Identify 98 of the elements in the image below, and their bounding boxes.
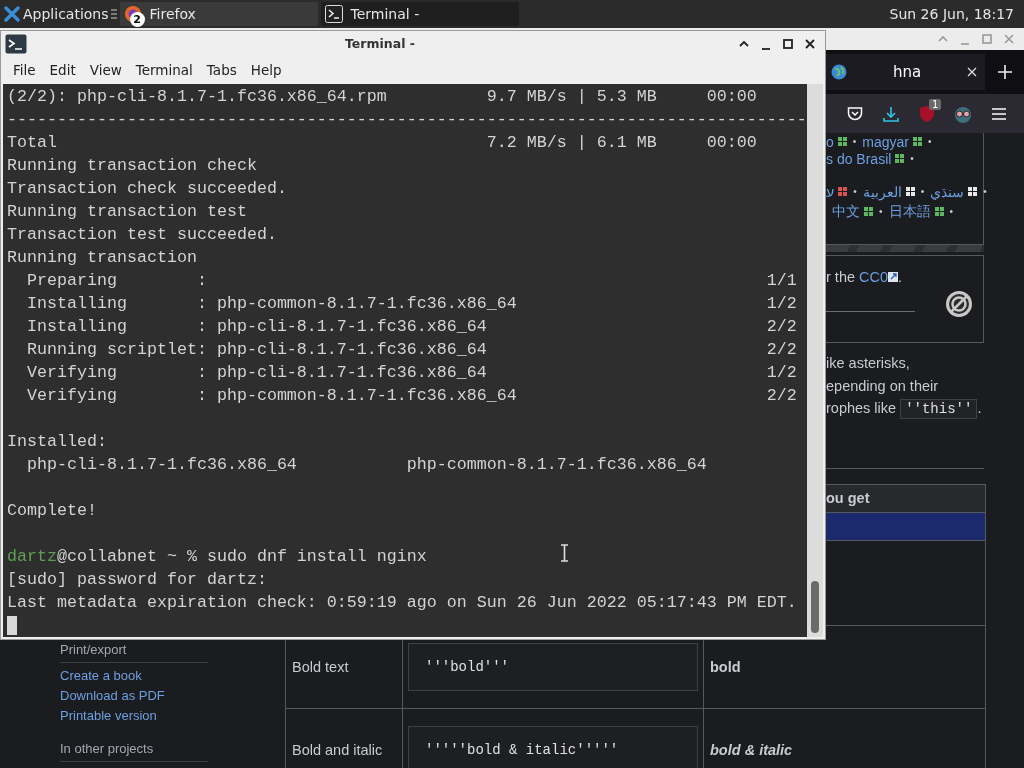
sidebar-link[interactable]: Download as PDF — [60, 685, 285, 706]
grid-icon — [837, 137, 847, 146]
terminal-line: Verifying : php-common-8.1.7-1.fc36.x86_64 2/2 — [26, 385, 797, 407]
text-cursor — [7, 616, 17, 635]
separator-dot: • — [949, 206, 954, 217]
terminal-line: Complete! — [7, 500, 97, 522]
cc0-link[interactable]: CC0 — [859, 269, 889, 285]
separator-dot: • — [920, 186, 925, 197]
separator-dot: • — [852, 136, 857, 147]
menu-item[interactable]: File — [6, 58, 43, 82]
terminal-line: php-cli-8.1.7-1.fc36.x86_64 php-common-8.1.7-1.fc36.x86_64 — [26, 454, 707, 476]
language-link[interactable]: o — [826, 133, 834, 150]
table-cell-text: bold — [709, 658, 741, 675]
sidebar-link[interactable]: Create a book — [60, 665, 285, 686]
grid-icon — [905, 187, 915, 196]
close-tab-button[interactable] — [967, 67, 977, 77]
grid-icon — [864, 207, 873, 216]
circle-slash-icon — [945, 290, 973, 318]
browser-tab[interactable]: hna — [826, 54, 985, 90]
menu-item[interactable]: Help — [243, 58, 289, 82]
separator-dot: • — [879, 206, 883, 217]
menu-item[interactable]: Edit — [42, 58, 83, 82]
paragraph-line: rophes like ''this'' . — [826, 398, 983, 420]
menu-item[interactable]: Tabs — [199, 58, 244, 82]
terminal-line: Installing : php-cli-8.1.7-1.fc36.x86_64 2/2 — [26, 316, 797, 338]
maximize-icon — [981, 33, 993, 45]
separator-dot: • — [853, 186, 857, 197]
terminal-icon — [324, 5, 343, 23]
globe-icon — [831, 64, 847, 80]
applications-menu-button[interactable]: Applications — [0, 1, 111, 27]
language-link[interactable]: العربية — [862, 183, 902, 200]
sidebar-link[interactable]: Printable version — [60, 705, 285, 726]
terminal-line: dartz@collabnet ~ % sudo dnf install nginx — [7, 546, 427, 568]
sidebar-heading: In other projects — [60, 738, 208, 762]
language-link[interactable]: سنڌي — [930, 183, 965, 200]
separator-dot: • — [910, 153, 914, 164]
language-link[interactable]: 中文 — [832, 202, 860, 221]
handle-icon — [110, 9, 117, 19]
separator-dot: • — [928, 136, 932, 147]
apps-icon — [4, 6, 20, 22]
window-title: Terminal - — [344, 36, 416, 51]
download-icon — [883, 105, 899, 122]
terminal-line: Running transaction check — [7, 155, 257, 177]
code-box: '''''bold & italic''''' — [408, 725, 698, 768]
language-link[interactable]: 日本語 — [888, 202, 931, 221]
grid-icon — [838, 187, 848, 196]
table-cell-text: bold & italic — [709, 741, 793, 758]
grid-icon — [968, 187, 978, 196]
grid-icon — [934, 207, 944, 216]
column-header: ou get — [825, 490, 870, 506]
shield-icon — [919, 104, 935, 123]
taskbar-button[interactable]: 2 Firefox — [119, 2, 318, 26]
terminal-line: Running transaction — [7, 247, 197, 269]
menu-icon — [991, 106, 1007, 121]
text-cursor-icon — [560, 544, 569, 562]
terminal-line: (2/2): php-cli-8.1.7-1.fc36.x86_64.rpm 9.7 MB/s | 5.3 MB 00:00 — [7, 86, 757, 108]
taskbar-button[interactable]: Terminal - — [320, 2, 519, 26]
table-cell-text: Bold text — [291, 658, 349, 675]
paragraph-line: epending on their — [826, 376, 940, 396]
terminal-line: Running transaction test — [7, 201, 247, 223]
terminal-line: -------------------------------------------------------------------------------- — [7, 109, 807, 131]
scrollbar-thumb[interactable] — [811, 581, 819, 633]
plus-icon — [997, 65, 1012, 79]
menu-item[interactable]: View — [82, 58, 129, 82]
terminal-line: Transaction test succeeded. — [7, 224, 277, 246]
terminal-line: Transaction check succeeded. — [7, 178, 287, 200]
close-icon — [1003, 33, 1015, 45]
count-badge: 1 — [929, 98, 942, 110]
terminal-line: Total 7.2 MB/s | 6.1 MB 00:00 — [7, 132, 757, 154]
license-text: r the CC0 . — [826, 268, 904, 287]
maximize-icon — [782, 37, 794, 50]
grid-icon — [895, 154, 905, 163]
clock: Sun 26 Jun, 18:17 — [889, 6, 1014, 22]
terminal-line: [sudo] password for dartz: — [7, 569, 267, 591]
terminal-line: Running scriptlet: php-cli-8.1.7-1.fc36.x86_64 2/2 — [26, 339, 797, 361]
extension-button[interactable]: 1 — [909, 97, 945, 130]
code-box: '''bold''' — [408, 642, 698, 691]
terminal-icon — [5, 33, 27, 54]
paragraph-line: ike asterisks, — [826, 354, 911, 373]
menu-item[interactable]: Terminal — [128, 58, 200, 82]
terminal-line: Preparing : 1/1 — [26, 270, 797, 292]
language-link[interactable]: s do Brasil — [826, 150, 892, 167]
language-link[interactable]: magyar — [862, 133, 909, 150]
close-icon — [804, 37, 816, 50]
language-link[interactable]: ע — [826, 183, 835, 200]
grid-icon — [913, 137, 922, 146]
terminal-line: Installed: — [7, 431, 107, 453]
terminal-line: Installing : php-common-8.1.7-1.fc36.x86_64 1/2 — [26, 293, 797, 315]
pocket-icon — [847, 105, 863, 122]
external-link-icon — [888, 272, 899, 282]
glasses-face-icon — [953, 104, 973, 123]
close-icon — [967, 67, 977, 77]
table-cell-text: Bold and italic — [291, 741, 383, 758]
separator-dot: • — [983, 186, 987, 197]
terminal-line: Last metadata expiration check: 0:59:19 ago on Sun 26 Jun 2022 05:17:43 PM EDT. — [7, 592, 797, 614]
minimize-icon — [959, 43, 971, 45]
terminal-line: Verifying : php-cli-8.1.7-1.fc36.x86_64 1/2 — [26, 362, 797, 384]
minimize-icon — [760, 47, 772, 50]
